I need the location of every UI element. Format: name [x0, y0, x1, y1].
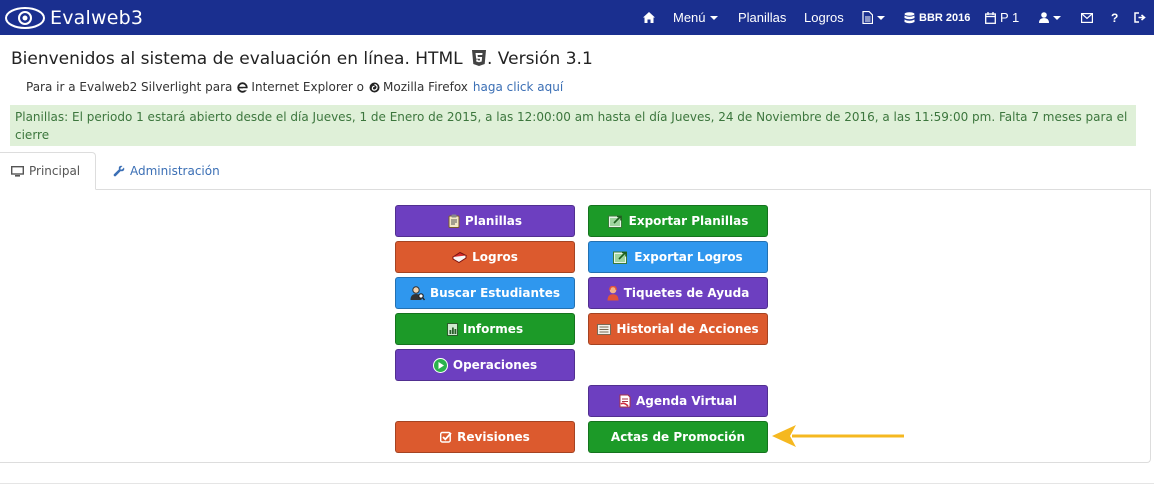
buscar-estudiantes-button[interactable]: Buscar Estudiantes [395, 277, 575, 309]
chevron-down-icon [877, 15, 885, 20]
mail-icon[interactable] [1081, 0, 1093, 35]
nav-planillas[interactable]: Planillas [738, 0, 786, 35]
version-text: . Versión 3.1 [487, 49, 593, 69]
tab-panel [0, 189, 1151, 463]
clipboard-icon [448, 214, 460, 228]
operaciones-button[interactable]: Operaciones [395, 349, 575, 381]
history-list-icon [597, 323, 612, 335]
internet-explorer-icon [237, 81, 249, 93]
silverlight-notice: Para ir a Evalweb2 Silverlight para Inte… [26, 80, 563, 94]
tiquetes-ayuda-button[interactable]: Tiquetes de Ayuda [588, 277, 768, 309]
historial-acciones-button[interactable]: Historial de Acciones [588, 313, 768, 345]
html5-icon [472, 50, 486, 71]
top-navbar: Evalweb3 Menú Planillas Logros BBR 2016 … [0, 0, 1154, 35]
exportar-planillas-label: Exportar Planillas [628, 214, 749, 228]
book-icon [452, 251, 468, 263]
period-label: P 1 [1000, 10, 1020, 25]
logout-icon[interactable] [1134, 0, 1146, 35]
exportar-logros-button[interactable]: Exportar Logros [588, 241, 768, 273]
user-search-icon [410, 285, 425, 301]
database-label: BBR 2016 [919, 11, 971, 24]
tab-administracion-label: Administración [130, 164, 220, 178]
agenda-virtual-button[interactable]: Agenda Virtual [588, 385, 768, 417]
support-agent-icon [607, 285, 619, 301]
user-dropdown[interactable] [1039, 0, 1061, 35]
planillas-button[interactable]: Planillas [395, 205, 575, 237]
subline-prefix: Para ir a Evalweb2 Silverlight para [26, 80, 233, 94]
eye-logo-icon [4, 5, 46, 31]
highlight-arrow-icon [770, 424, 910, 455]
report-icon [446, 322, 458, 336]
export-icon [613, 250, 629, 264]
page-title: Bienvenidos al sistema de evaluación en … [11, 49, 593, 71]
database-selector[interactable]: BBR 2016 [904, 0, 970, 35]
firefox-text: Mozilla Firefox [383, 80, 468, 94]
silverlight-link[interactable]: haga click aquí [473, 80, 563, 94]
logros-button-label: Logros [472, 250, 518, 264]
nav-logros[interactable]: Logros [804, 0, 844, 35]
actas-promocion-label: Actas de Promoción [610, 430, 746, 444]
period-selector[interactable]: P 1 [985, 0, 1019, 35]
document-icon [862, 11, 873, 24]
informes-label: Informes [462, 322, 524, 336]
operaciones-label: Operaciones [452, 358, 538, 372]
informes-button[interactable]: Informes [395, 313, 575, 345]
firefox-icon [369, 82, 380, 93]
check-square-icon [440, 431, 452, 443]
planillas-period-alert: Planillas: El periodo 1 estará abierto d… [10, 105, 1136, 146]
chevron-down-icon [1053, 15, 1061, 20]
documents-dropdown[interactable] [862, 0, 885, 35]
chevron-down-icon [709, 15, 718, 20]
agenda-icon [619, 394, 631, 408]
revisiones-button[interactable]: Revisiones [395, 421, 575, 453]
help-icon[interactable]: ? [1111, 0, 1118, 35]
historial-acciones-label: Historial de Acciones [616, 322, 759, 336]
menu-dropdown[interactable]: Menú [673, 0, 718, 35]
revisiones-label: Revisiones [457, 430, 530, 444]
actas-promocion-button[interactable]: Actas de Promoción [588, 421, 768, 453]
tab-administracion[interactable]: Administración [113, 152, 220, 190]
wrench-icon [113, 165, 125, 177]
home-icon[interactable] [643, 0, 655, 35]
buscar-estudiantes-label: Buscar Estudiantes [429, 286, 561, 300]
ie-text: Internet Explorer o [251, 80, 365, 94]
tab-principal[interactable]: Principal [0, 152, 96, 190]
tiquetes-ayuda-label: Tiquetes de Ayuda [623, 286, 750, 300]
export-icon [607, 214, 624, 228]
brand[interactable]: Evalweb3 [4, 3, 143, 33]
planillas-button-label: Planillas [464, 214, 523, 228]
welcome-text: Bienvenidos al sistema de evaluación en … [11, 49, 463, 69]
logros-button[interactable]: Logros [395, 241, 575, 273]
brand-name: Evalweb3 [50, 7, 144, 29]
tab-principal-label: Principal [29, 164, 81, 178]
monitor-icon [11, 165, 24, 177]
exportar-planillas-button[interactable]: Exportar Planillas [588, 205, 768, 237]
calendar-icon [985, 11, 996, 24]
database-icon [904, 11, 915, 24]
user-icon [1039, 12, 1049, 23]
agenda-virtual-label: Agenda Virtual [635, 394, 738, 408]
bottom-divider [0, 483, 1154, 484]
exportar-logros-label: Exportar Logros [634, 250, 743, 264]
menu-label: Menú [673, 10, 706, 25]
play-icon [432, 357, 448, 373]
